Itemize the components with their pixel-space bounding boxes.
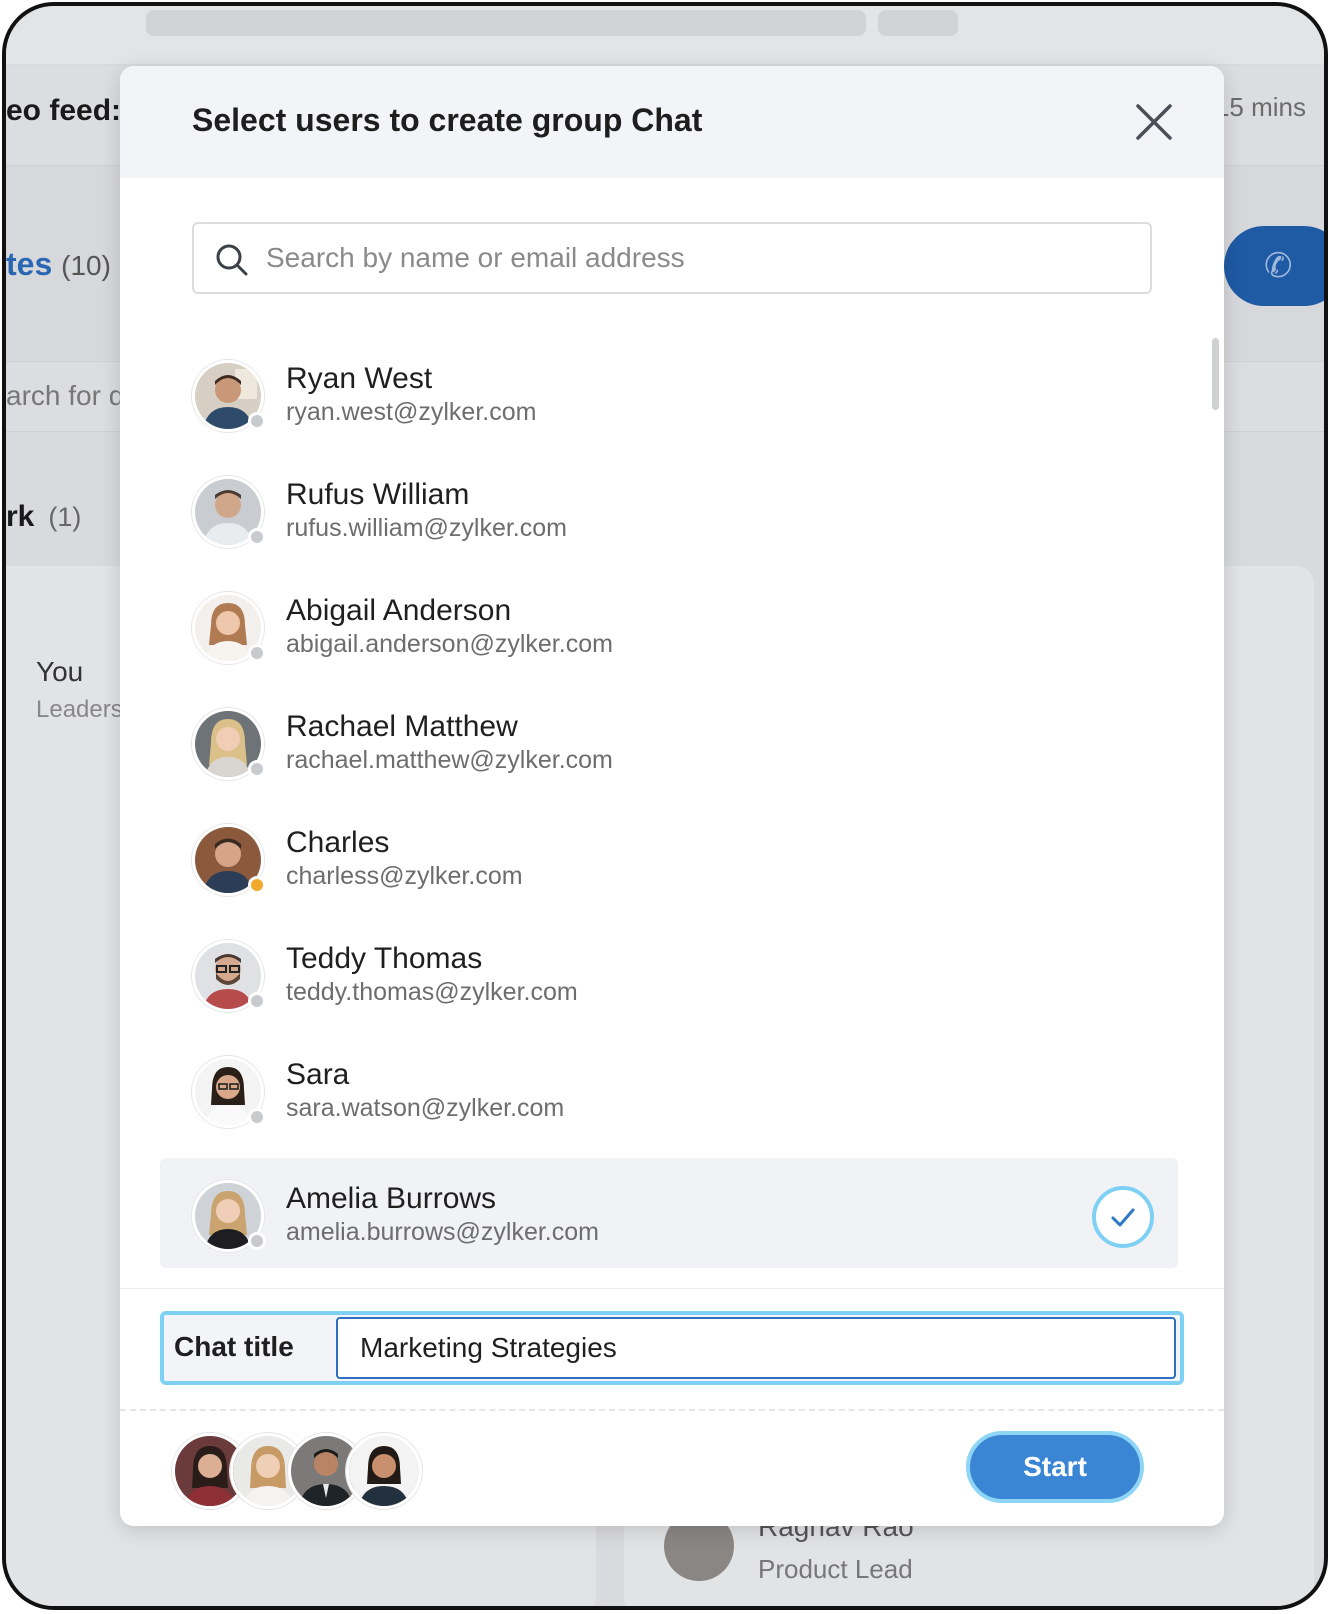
divider	[120, 1409, 1224, 1411]
avatar	[192, 360, 266, 432]
background-duration: 15 mins	[1214, 92, 1306, 122]
user-email: rachael.matthew@zylker.com	[286, 746, 613, 774]
scrollbar[interactable]	[1212, 338, 1219, 410]
search-icon	[214, 242, 250, 278]
user-list: Ryan West ryan.west@zylker.com Rufus Wil…	[120, 346, 1224, 1334]
user-name: Charles	[286, 826, 390, 859]
background-other-role: Product Lead	[758, 1554, 913, 1584]
background-section-text: rk	[6, 500, 35, 533]
user-email: amelia.burrows@zylker.com	[286, 1218, 599, 1246]
chat-title-label: Chat title	[174, 1331, 294, 1362]
background-tab	[146, 10, 866, 36]
background-section-count: (1)	[48, 502, 82, 532]
user-email: teddy.thomas@zylker.com	[286, 978, 578, 1006]
user-row-sara[interactable]: Sara sara.watson@zylker.com	[160, 1042, 1178, 1142]
avatar	[192, 708, 266, 780]
dialog-header: Select users to create group Chat	[120, 66, 1224, 178]
background-participants-text: tes	[6, 246, 53, 282]
background-heading: eo feed:	[6, 94, 122, 127]
background-topbar	[6, 6, 1324, 64]
background-participants-label: tes (10)	[6, 246, 111, 283]
user-name: Rufus William	[286, 478, 470, 511]
background-you-role: Leaders	[36, 696, 123, 723]
avatar	[192, 1056, 266, 1128]
status-dot	[248, 528, 266, 546]
user-name: Teddy Thomas	[286, 942, 483, 975]
dialog-title: Select users to create group Chat	[192, 102, 703, 138]
device-frame: eo feed: 15 mins tes (10) ✆ arch for d r…	[2, 2, 1328, 1610]
avatar	[346, 1433, 422, 1509]
avatar	[192, 476, 266, 548]
user-name: Sara	[286, 1058, 350, 1091]
user-row-teddy-thomas[interactable]: Teddy Thomas teddy.thomas@zylker.com	[160, 926, 1178, 1026]
status-dot	[248, 1232, 266, 1250]
avatar	[192, 1180, 266, 1252]
user-email: sara.watson@zylker.com	[286, 1094, 565, 1122]
search-input[interactable]	[266, 224, 1136, 292]
background-you-name: You	[36, 656, 84, 687]
user-name: Abigail Anderson	[286, 594, 512, 627]
user-email: abigail.anderson@zylker.com	[286, 630, 613, 658]
chat-title-input[interactable]	[336, 1317, 1176, 1379]
status-dot	[248, 644, 266, 662]
start-button[interactable]: Start	[966, 1431, 1144, 1503]
user-row-rachael-matthew[interactable]: Rachael Matthew rachael.matthew@zylker.c…	[160, 694, 1178, 794]
user-email: charless@zylker.com	[286, 862, 523, 890]
dialog-footer: Chat title Start	[120, 1288, 1224, 1526]
user-row-ryan-west[interactable]: Ryan West ryan.west@zylker.com	[160, 346, 1178, 446]
background-search-text: arch for d	[6, 380, 125, 411]
user-row-amelia-burrows[interactable]: Amelia Burrows amelia.burrows@zylker.com	[160, 1158, 1178, 1268]
chat-title-field: Chat title	[160, 1311, 1184, 1385]
search-box	[192, 222, 1152, 294]
user-name: Amelia Burrows	[286, 1182, 497, 1215]
user-row-charles[interactable]: Charles charless@zylker.com	[160, 810, 1178, 910]
background-participants-count: (10)	[61, 250, 111, 281]
avatar	[192, 592, 266, 664]
close-icon[interactable]	[1132, 100, 1176, 144]
avatar	[192, 940, 266, 1012]
status-dot	[248, 760, 266, 778]
user-row-abigail-anderson[interactable]: Abigail Anderson abigail.anderson@zylker…	[160, 578, 1178, 678]
status-dot	[248, 412, 266, 430]
selected-users-avatars	[172, 1433, 432, 1509]
status-dot	[248, 992, 266, 1010]
user-email: rufus.william@zylker.com	[286, 514, 567, 542]
user-name: Rachael Matthew	[286, 710, 518, 743]
background-section-label: rk (1)	[6, 500, 81, 534]
phone-icon: ✆	[1224, 226, 1324, 306]
user-email: ryan.west@zylker.com	[286, 398, 537, 426]
user-row-rufus-william[interactable]: Rufus William rufus.william@zylker.com	[160, 462, 1178, 562]
status-dot	[248, 1108, 266, 1126]
status-dot-away	[248, 876, 266, 894]
background-tab	[878, 10, 958, 36]
user-name: Ryan West	[286, 362, 433, 395]
group-chat-dialog: Select users to create group Chat Ryan W…	[120, 66, 1224, 1526]
checkmark-icon[interactable]	[1092, 1186, 1154, 1248]
avatar	[192, 824, 266, 896]
